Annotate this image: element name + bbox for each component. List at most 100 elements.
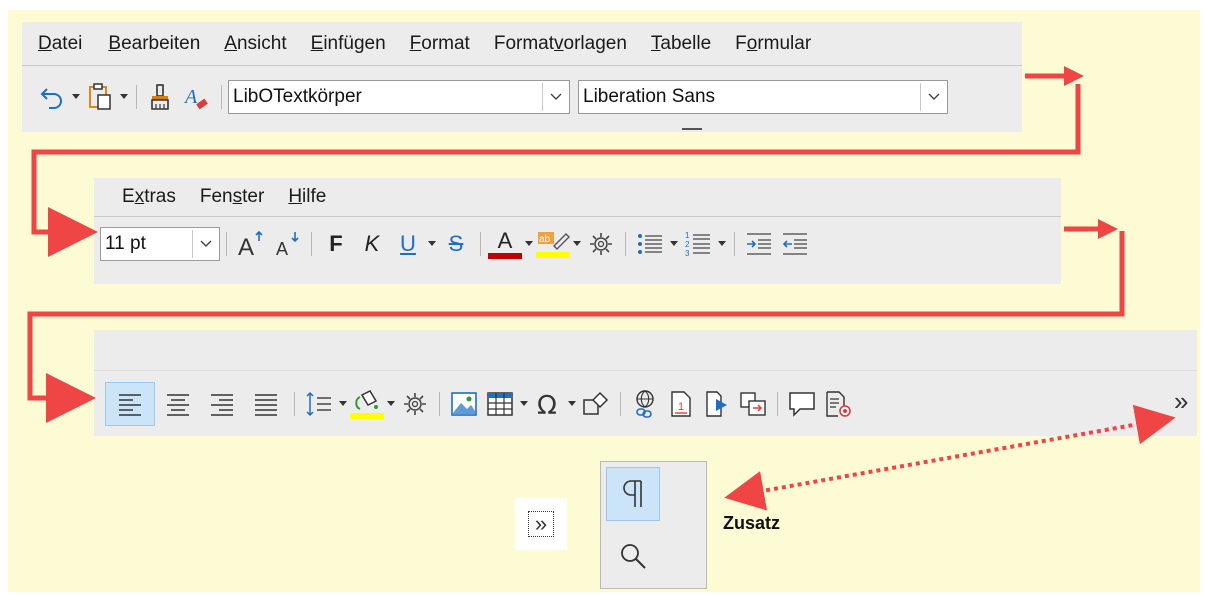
footnote-button[interactable]: 1 [665,388,697,420]
menu-fenster-pre: Fen [199,186,233,207]
paintbrush-icon [151,84,169,110]
line-spacing-dropdown[interactable] [337,388,349,420]
character-button[interactable] [585,228,617,260]
increase-indent-icon [747,233,771,255]
highlight-button[interactable]: ab [536,228,570,260]
font-color-button[interactable]: A [488,228,522,260]
more-toolbar-button[interactable]: » [1174,386,1188,417]
more-options-glyph: » [528,511,554,537]
chevron-down-icon [339,401,347,406]
svg-text:1: 1 [678,401,684,413]
font-size-combo[interactable]: 11 pt [100,227,220,261]
insert-field-button[interactable] [737,388,769,420]
font-size-dropdown[interactable] [192,230,219,258]
comment-button[interactable] [786,388,818,420]
menu-tabelle[interactable]: Tabelle [651,33,711,55]
increase-indent-button[interactable] [743,228,775,260]
paragraph-style-combo[interactable]: LibOTextkörper [228,80,570,114]
font-name-dropdown[interactable] [920,83,947,111]
underline-button[interactable]: U [392,228,424,260]
highlight-dropdown[interactable] [571,228,583,260]
svg-text:1: 1 [685,231,690,240]
paragraph-button[interactable] [399,388,431,420]
chevron-down-icon [525,241,533,246]
menu-formular-key: o [746,33,758,54]
font-color-dropdown[interactable] [523,228,535,260]
shapes-icon [583,391,609,415]
align-center-icon [167,394,189,416]
menubar-2-separator [94,216,1061,217]
menu-bearbeiten-rest: earbeiten [121,33,201,54]
track-changes-button[interactable] [822,388,854,420]
menu-bearbeiten[interactable]: Bearbeiten [108,33,200,55]
bullet-list-button[interactable] [634,228,666,260]
menu-hilfe[interactable]: Hilfe [288,186,326,208]
chevron-down-icon [428,241,436,246]
align-left-button[interactable] [105,382,155,426]
menu-datei[interactable]: Datei [38,33,82,55]
separator [311,232,312,256]
shapes-button[interactable] [580,388,612,420]
footnote-icon: 1 [671,391,691,417]
hyperlink-button[interactable] [629,388,661,420]
insert-image-button[interactable] [448,388,480,420]
separator [221,85,222,109]
find-replace-button[interactable] [611,534,655,578]
font-name-combo[interactable]: Liberation Sans [578,80,948,114]
line-spacing-button[interactable] [303,388,335,420]
justify-button[interactable] [246,388,286,420]
bullet-list-dropdown[interactable] [668,228,680,260]
menu-format[interactable]: Format [410,33,470,55]
align-right-icon [211,394,233,416]
clone-formatting-button[interactable] [145,81,177,113]
formatting-marks-button[interactable] [606,467,660,521]
menu-extras[interactable]: Extras [122,186,176,208]
image-icon [451,392,477,416]
menu-tabelle-key: T [650,33,661,54]
align-right-button[interactable] [202,388,242,420]
menu-datei-rest: atei [51,33,83,54]
svg-text:Ω: Ω [537,391,557,418]
underline-dropdown[interactable] [426,228,438,260]
shrink-font-button[interactable]: A [271,228,303,260]
chevron-down-icon [928,93,940,100]
background-color-dropdown[interactable] [385,388,397,420]
align-center-button[interactable] [158,388,198,420]
menu-formatvorlagen[interactable]: Formatvorlagen [494,33,627,55]
menubar-1: Datei Bearbeiten Ansicht Einfügen Format… [38,33,811,55]
line-spacing-icon [306,391,331,417]
paste-dropdown[interactable] [118,81,130,113]
menu-formular[interactable]: Formular [735,33,811,55]
menu-extras-rest: tras [144,186,176,207]
svg-text:A: A [276,239,288,259]
special-character-button[interactable]: Ω [532,388,564,420]
paragraph-style-dropdown[interactable] [542,83,569,111]
insert-table-dropdown[interactable] [518,388,530,420]
menu-fenster[interactable]: Fenster [200,186,264,208]
paint-bucket-icon [355,390,378,410]
separator [625,232,626,256]
decrease-indent-button[interactable] [779,228,811,260]
numbered-list-dropdown[interactable] [716,228,728,260]
menu-formatvorlagen-key: v [554,33,564,54]
svg-text:3: 3 [685,249,690,258]
paste-button[interactable] [84,81,116,113]
bold-button[interactable]: F [320,228,352,260]
page-break-button[interactable] [701,388,733,420]
italic-button[interactable]: K [356,228,388,260]
search-icon [621,544,646,569]
menu-extras-key: x [134,186,145,207]
numbered-list-button[interactable]: 123 [682,228,714,260]
grow-font-button[interactable]: A [235,228,267,260]
special-character-dropdown[interactable] [566,388,578,420]
undo-dropdown[interactable] [70,81,82,113]
strikethrough-button[interactable]: S [440,228,472,260]
undo-button[interactable] [36,81,68,113]
separator [439,392,440,416]
insert-table-button[interactable] [484,388,516,420]
menu-ansicht[interactable]: Ansicht [224,33,286,55]
toolbar-row-3: Ω 1 [104,382,856,426]
clear-formatting-button[interactable]: A [181,81,213,113]
background-color-button[interactable] [350,388,384,420]
menu-einfuegen[interactable]: Einfügen [311,33,386,55]
